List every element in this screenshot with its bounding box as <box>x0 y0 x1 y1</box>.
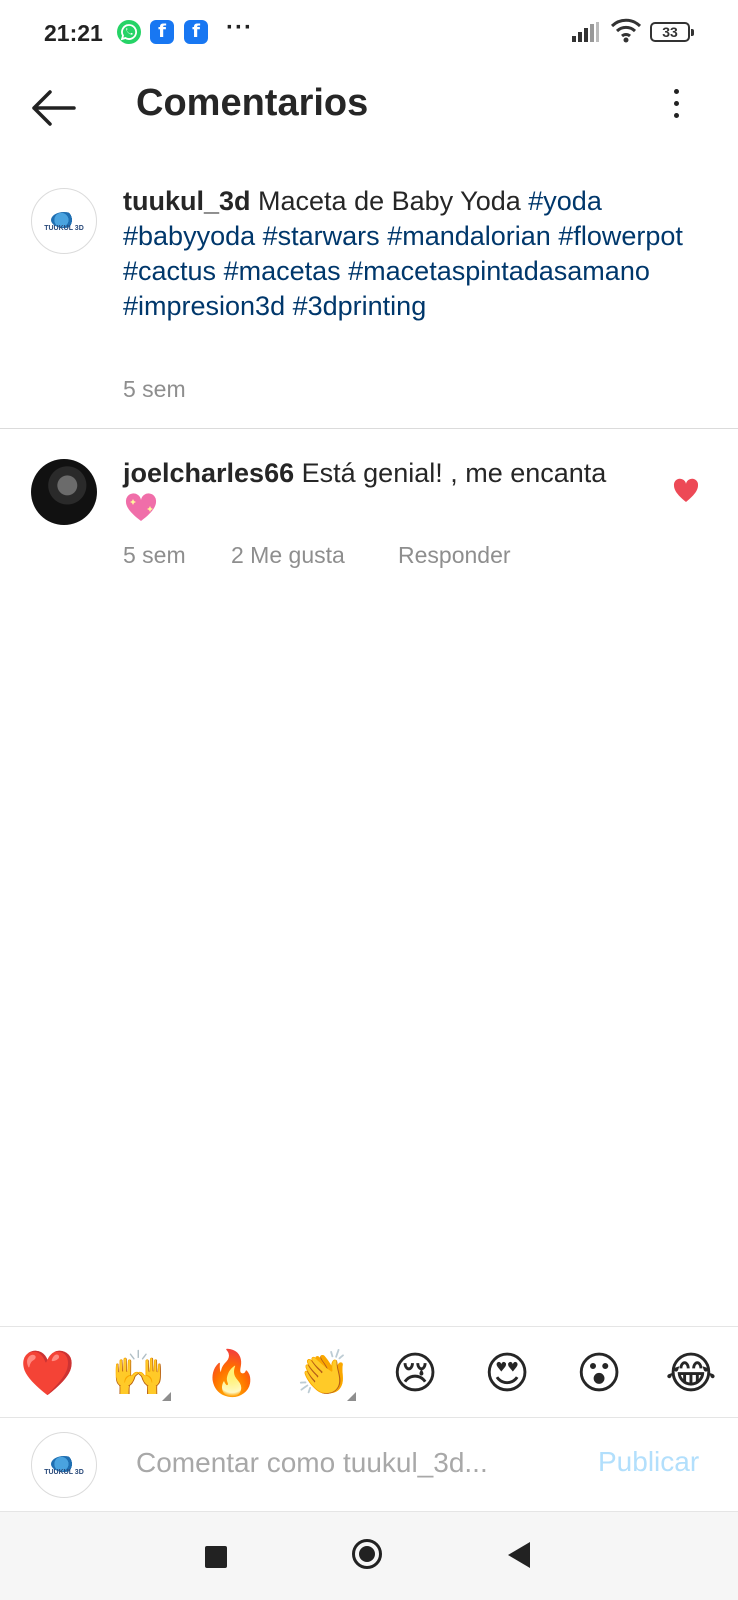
brand-logo-text: TUUKUL 3D <box>44 224 84 232</box>
comment-like-heart-icon[interactable] <box>672 478 700 504</box>
back-triangle-icon[interactable] <box>508 1542 530 1568</box>
hashtag[interactable]: #babyyoda <box>123 221 255 251</box>
battery-level: 33 <box>662 24 678 40</box>
skin-tone-indicator-icon <box>347 1392 356 1401</box>
hashtag[interactable]: #starwars <box>263 221 380 251</box>
own-avatar: TUUKUL 3D <box>31 1432 97 1498</box>
divider <box>0 428 738 429</box>
laughing-emoji-button[interactable]: 😂 <box>664 1347 718 1401</box>
header: Comentarios <box>0 64 738 152</box>
whatsapp-icon <box>117 20 141 44</box>
emoji-reaction-bar: ❤️ 🙌 🔥 👏 😢 😍 😮 😂 <box>0 1326 738 1418</box>
comment-text: joelcharles66 Está genial! , me encanta <box>123 456 648 526</box>
comment-likes-count[interactable]: 2 Me gusta <box>231 542 345 569</box>
comment-username[interactable]: joelcharles66 <box>123 458 294 488</box>
comment-input[interactable] <box>134 1440 558 1486</box>
home-icon[interactable] <box>352 1539 382 1569</box>
comment-time: 5 sem <box>123 542 186 568</box>
caption-username[interactable]: tuukul_3d <box>123 186 251 216</box>
signal-icon <box>572 22 600 47</box>
back-arrow-icon[interactable] <box>26 86 82 130</box>
hashtag[interactable]: #macetas <box>224 256 341 286</box>
more-vertical-icon[interactable] <box>660 84 692 128</box>
avatar[interactable]: TUUKUL 3D <box>31 188 97 254</box>
skin-tone-indicator-icon <box>162 1392 171 1401</box>
comment-composer: TUUKUL 3D Publicar <box>0 1418 738 1512</box>
hashtag[interactable]: #flowerpot <box>558 221 683 251</box>
caption-body: Maceta de Baby Yoda <box>258 186 521 216</box>
wifi-icon <box>610 18 642 49</box>
system-navigation-bar <box>0 1512 738 1600</box>
publish-button[interactable]: Publicar <box>598 1446 699 1478</box>
clapping-emoji: 👏 <box>296 1348 351 1399</box>
recents-icon[interactable] <box>205 1546 227 1568</box>
hashtag[interactable]: #impresion3d <box>123 291 285 321</box>
sparkling-heart-icon <box>123 493 159 523</box>
more-notifications-icon: ··· <box>226 14 253 41</box>
page-title: Comentarios <box>136 82 369 124</box>
clapping-emoji-button[interactable]: 👏 <box>296 1347 356 1401</box>
battery-icon: 33 <box>650 22 694 42</box>
hashtag[interactable]: #3dprinting <box>293 291 427 321</box>
surprised-emoji-button[interactable]: 😮 <box>572 1347 626 1401</box>
caption-time: 5 sem <box>123 376 186 402</box>
status-time: 21:21 <box>44 20 103 46</box>
facebook-icon: f <box>184 20 208 44</box>
hashtag[interactable]: #mandalorian <box>387 221 551 251</box>
crying-emoji-button[interactable]: 😢 <box>388 1347 442 1401</box>
caption-text: tuukul_3d Maceta de Baby Yoda #yoda #bab… <box>123 184 683 324</box>
heart-emoji-button[interactable]: ❤️ <box>20 1347 75 1401</box>
raised-hands-emoji-button[interactable]: 🙌 <box>111 1347 171 1401</box>
facebook-icon: f <box>150 20 174 44</box>
commenter-avatar[interactable] <box>31 459 97 525</box>
heart-eyes-emoji-button[interactable]: 😍 <box>480 1347 534 1401</box>
hashtag[interactable]: #yoda <box>528 186 602 216</box>
reply-button[interactable]: Responder <box>398 542 511 569</box>
brand-logo-text: TUUKUL 3D <box>44 1468 84 1476</box>
hashtag[interactable]: #cactus <box>123 256 216 286</box>
fire-emoji-button[interactable]: 🔥 <box>204 1347 259 1401</box>
status-bar: 21:21 f f ··· 33 <box>0 0 738 64</box>
raised-hands-emoji: 🙌 <box>111 1348 166 1399</box>
hashtag[interactable]: #macetaspintadasamano <box>348 256 650 286</box>
comment-body: Está genial! , me encanta <box>301 458 607 488</box>
